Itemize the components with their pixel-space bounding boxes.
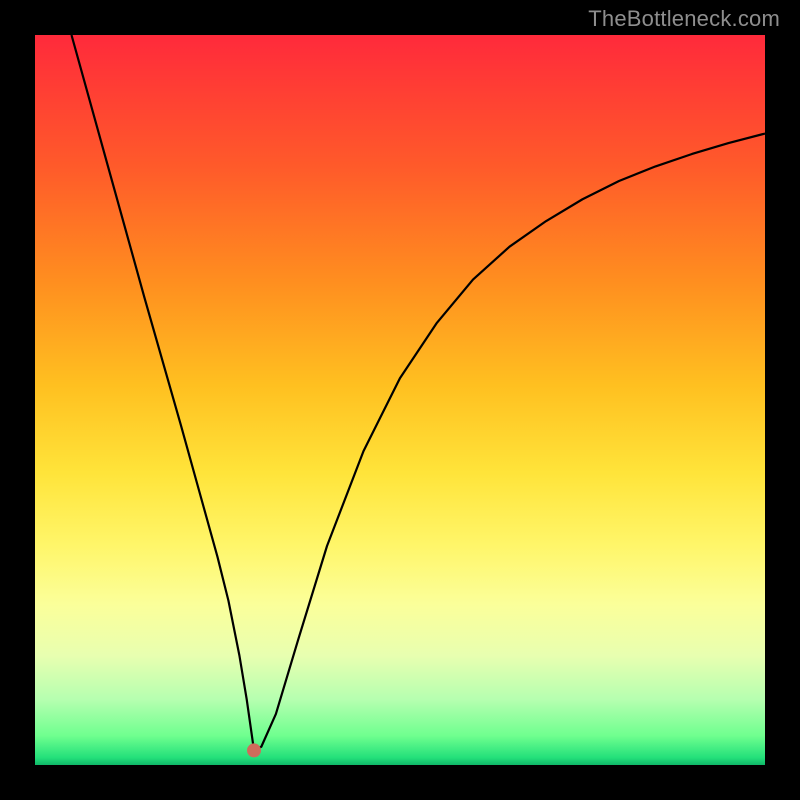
curve-svg [35,35,765,765]
chart-frame: TheBottleneck.com [0,0,800,800]
cusp-point-icon [247,743,261,757]
watermark-text: TheBottleneck.com [588,6,780,32]
plot-area [35,35,765,765]
bottleneck-curve [72,35,766,750]
